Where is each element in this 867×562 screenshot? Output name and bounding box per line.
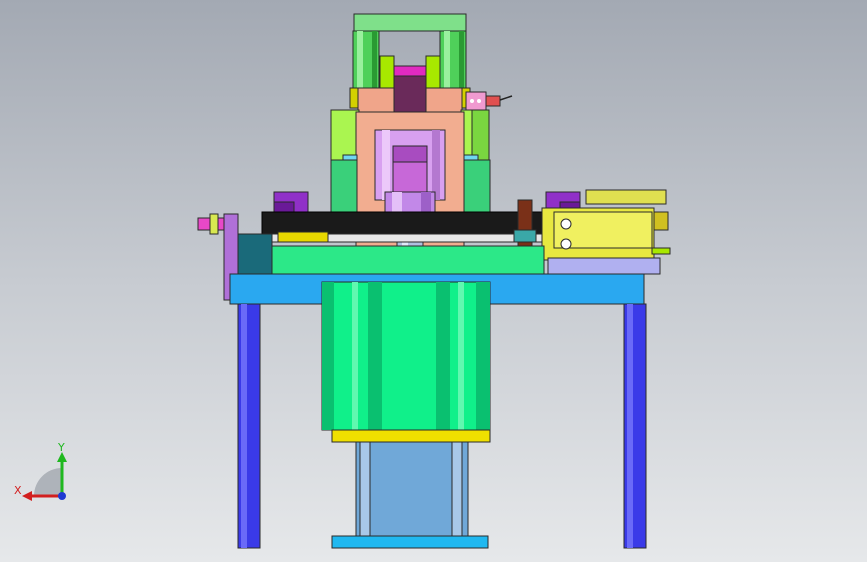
triad-z-axis: [58, 492, 66, 500]
left-side-frame: [330, 109, 360, 161]
triad-x-arrow: [22, 491, 32, 501]
cad-model-scene[interactable]: [0, 0, 867, 562]
bottom-base-plate: [331, 535, 489, 549]
left-guide-column: [352, 30, 395, 91]
right-side-frame-inner: [471, 109, 490, 161]
top-cap-plate: [353, 13, 467, 32]
green-motor-body: [321, 281, 491, 431]
upper-housing-side-left: [349, 87, 359, 109]
triad-x-label: X: [14, 484, 22, 497]
coordinate-triad: Y X: [14, 441, 67, 501]
triad-y-label: Y: [57, 441, 65, 454]
right-guide-column: [425, 30, 467, 91]
lower-cylinder-rod-left: [359, 441, 371, 537]
motor-yellow-band: [331, 429, 491, 443]
left-yellow-rail: [277, 231, 329, 243]
lower-cylinder-rod-right: [451, 441, 463, 537]
right-table-leg-hl: [627, 304, 633, 548]
lower-blue-cylinder: [355, 441, 469, 537]
cad-viewport[interactable]: Y X: [0, 0, 867, 562]
middle-green-plate: [271, 245, 545, 275]
upper-right-sensor: [465, 91, 513, 111]
left-teal-block: [237, 233, 273, 275]
triad-quadrant: [34, 468, 62, 496]
left-table-leg-hl: [241, 304, 247, 548]
right-green-block: [463, 159, 491, 213]
punch-head-top: [393, 65, 427, 77]
right-teal-fitting: [513, 229, 537, 243]
right-lavender-plate: [547, 257, 661, 275]
left-green-block: [330, 159, 358, 213]
